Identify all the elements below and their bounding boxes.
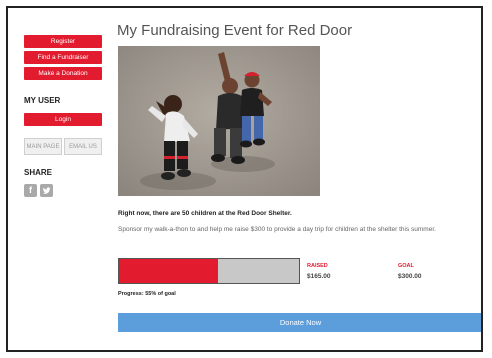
- main-page-button[interactable]: MAIN PAGE: [24, 138, 62, 155]
- find-fundraiser-button[interactable]: Find a Fundraiser: [24, 51, 102, 64]
- raised-value: $165.00: [307, 273, 331, 280]
- progress-bar: [118, 258, 300, 284]
- make-donation-button[interactable]: Make a Donation: [24, 67, 102, 80]
- page-title: My Fundraising Event for Red Door: [117, 22, 353, 39]
- goal-label: GOAL: [398, 263, 414, 269]
- twitter-icon[interactable]: [40, 184, 53, 197]
- my-user-heading: MY USER: [24, 96, 61, 105]
- progress-text: Progress: 55% of goal: [118, 291, 176, 297]
- login-button[interactable]: Login: [24, 113, 102, 126]
- event-description: Sponsor my walk-a-thon to and help me ra…: [118, 226, 436, 233]
- goal-value: $300.00: [398, 273, 422, 280]
- facebook-icon[interactable]: f: [24, 184, 37, 197]
- progress-bar-fill: [119, 259, 218, 283]
- raised-label: RAISED: [307, 263, 328, 269]
- email-us-button[interactable]: EMAIL US: [64, 138, 102, 155]
- donate-now-button[interactable]: Donate Now: [118, 313, 481, 332]
- share-heading: SHARE: [24, 168, 53, 177]
- headline: Right now, there are 50 children at the …: [118, 210, 292, 217]
- event-photo: [118, 46, 320, 196]
- page-frame: Register Find a Fundraiser Make a Donati…: [6, 6, 483, 352]
- register-button[interactable]: Register: [24, 35, 102, 48]
